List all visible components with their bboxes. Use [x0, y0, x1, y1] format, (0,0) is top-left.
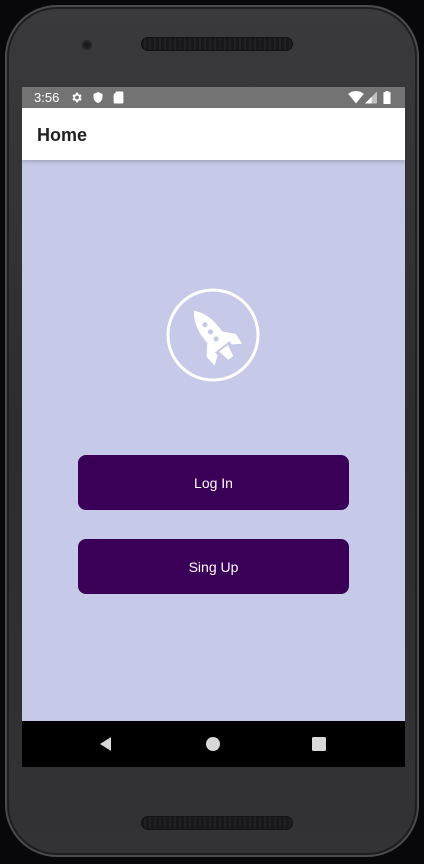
shield-icon	[93, 92, 103, 103]
sd-card-icon	[113, 91, 124, 104]
back-icon[interactable]	[97, 735, 115, 753]
rocket-icon	[166, 288, 260, 382]
status-bar: 3:56	[22, 87, 405, 108]
app-bar: Home	[22, 108, 405, 160]
page-title: Home	[37, 125, 88, 145]
battery-icon	[383, 91, 391, 104]
home-content: Log In Sing Up	[22, 160, 405, 721]
status-time: 3:56	[34, 90, 60, 105]
cell-signal-icon	[365, 91, 377, 104]
recents-icon[interactable]	[310, 735, 328, 753]
wifi-icon	[348, 91, 364, 104]
navigation-bar	[22, 721, 405, 767]
top-speaker	[141, 37, 293, 51]
screen: 3:56 Home Log In Sing Up	[22, 87, 405, 767]
signup-button[interactable]: Sing Up	[78, 539, 349, 594]
home-icon[interactable]	[204, 735, 222, 753]
bottom-speaker	[141, 816, 293, 830]
front-camera	[82, 40, 92, 50]
login-button[interactable]: Log In	[78, 455, 349, 510]
gear-icon	[72, 92, 82, 103]
